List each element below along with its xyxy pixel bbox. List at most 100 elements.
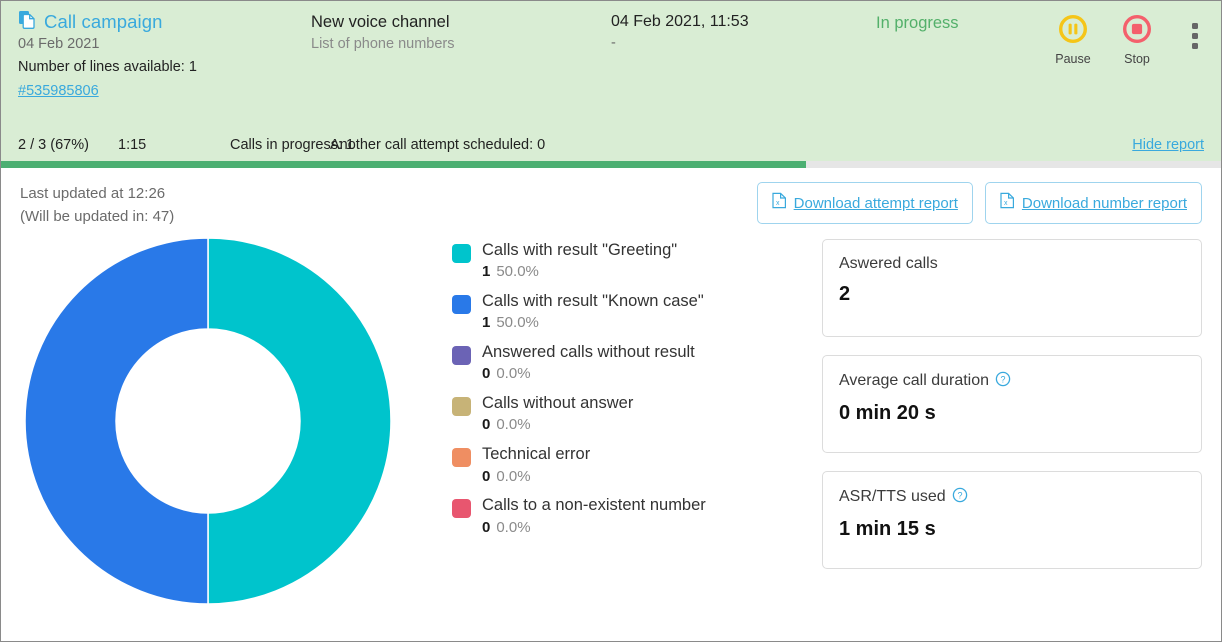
legend-count: 1 bbox=[482, 263, 490, 280]
call-results-donut-chart bbox=[20, 235, 452, 612]
legend-stats: 0 0.0% bbox=[482, 416, 633, 434]
legend-color-swatch bbox=[452, 346, 471, 365]
stat-card-title-row: Aswered calls bbox=[839, 255, 1185, 273]
chart-legend: Calls with result "Greeting"150.0%Calls … bbox=[452, 235, 812, 548]
legend-color-swatch bbox=[452, 397, 471, 416]
status-badge: In progress bbox=[876, 10, 1046, 33]
will-be-updated-in: (Will be updated in: 47) bbox=[20, 205, 174, 228]
donut-slice[interactable] bbox=[208, 238, 391, 604]
legend-label: Calls without answer bbox=[482, 394, 633, 413]
stat-card: Aswered calls 2 bbox=[822, 239, 1202, 337]
excel-file-icon: x bbox=[1000, 192, 1015, 214]
legend-count: 0 bbox=[482, 365, 490, 382]
status-column: In progress bbox=[876, 10, 1046, 33]
legend-item[interactable]: Calls without answer 0 0.0% bbox=[452, 394, 812, 434]
legend-item[interactable]: Calls with result "Known case" 1 50.0% bbox=[452, 292, 812, 332]
campaign-title-row[interactable]: Call campaign bbox=[18, 10, 311, 34]
another-attempt-scheduled: Another call attempt scheduled: 0 bbox=[330, 137, 1132, 153]
campaign-title[interactable]: Call campaign bbox=[44, 11, 163, 33]
campaign-progress-fill bbox=[1, 161, 806, 168]
svg-text:x: x bbox=[776, 200, 780, 207]
legend-count: 0 bbox=[482, 519, 490, 536]
legend-text-block: Answered calls without result 0 0.0% bbox=[482, 343, 695, 383]
stat-card: ASR/TTS used?1 min 15 s bbox=[822, 471, 1202, 569]
download-attempt-report-button[interactable]: x Download attempt report bbox=[757, 182, 973, 224]
channel-column: New voice channel List of phone numbers bbox=[311, 10, 611, 52]
download-buttons: x Download attempt report x Download num… bbox=[757, 182, 1202, 224]
end-time: - bbox=[611, 35, 876, 51]
legend-count: 0 bbox=[482, 416, 490, 433]
donut-slice[interactable] bbox=[25, 238, 208, 604]
stat-card-value: 0 min 20 s bbox=[839, 402, 1185, 425]
pause-button[interactable]: Pause bbox=[1050, 14, 1096, 66]
channel-subtitle: List of phone numbers bbox=[311, 36, 611, 52]
download-number-report-label: Download number report bbox=[1022, 195, 1187, 212]
campaign-date: 04 Feb 2021 bbox=[18, 36, 311, 52]
last-updated-time: Last updated at 12:26 bbox=[20, 182, 174, 205]
legend-item[interactable]: Answered calls without result 0 0.0% bbox=[452, 343, 812, 383]
legend-stats: 1 50.0% bbox=[482, 263, 677, 281]
legend-item[interactable]: Technical error 0 0.0% bbox=[452, 445, 812, 485]
legend-color-swatch bbox=[452, 244, 471, 263]
legend-stats: 0 0.0% bbox=[482, 365, 695, 383]
start-time: 04 Feb 2021, 11:53 bbox=[611, 10, 876, 31]
kebab-menu-icon[interactable] bbox=[1192, 23, 1198, 49]
stop-button-label: Stop bbox=[1124, 52, 1150, 66]
legend-count: 1 bbox=[482, 314, 490, 331]
legend-text-block: Technical error 0 0.0% bbox=[482, 445, 590, 485]
stat-card-value: 2 bbox=[839, 283, 1185, 306]
legend-percent: 50.0% bbox=[496, 314, 539, 331]
legend-stats: 1 50.0% bbox=[482, 314, 704, 332]
question-circle-icon[interactable]: ? bbox=[952, 487, 968, 508]
legend-item[interactable]: Calls with result "Greeting"150.0% bbox=[452, 241, 812, 281]
legend-stats: 0 0.0% bbox=[482, 519, 706, 537]
legend-percent: 0.0% bbox=[496, 468, 530, 485]
pause-button-label: Pause bbox=[1055, 52, 1090, 66]
legend-item[interactable]: Calls to a non-existent number 0 0.0% bbox=[452, 496, 812, 536]
kebab-dot bbox=[1192, 33, 1198, 39]
legend-percent: 0.0% bbox=[496, 365, 530, 382]
question-circle-icon[interactable]: ? bbox=[995, 371, 1011, 392]
call-campaign-report-page: Call campaign 04 Feb 2021 Number of line… bbox=[0, 0, 1222, 642]
legend-percent: 0.0% bbox=[496, 416, 530, 433]
legend-percent: 0.0% bbox=[496, 519, 530, 536]
legend-count: 0 bbox=[482, 468, 490, 485]
kebab-dot bbox=[1192, 23, 1198, 29]
svg-text:x: x bbox=[1004, 200, 1008, 207]
elapsed-time: 1:15 bbox=[118, 137, 230, 153]
last-updated-block: Last updated at 12:26 (Will be updated i… bbox=[20, 182, 174, 229]
legend-text-block: Calls to a non-existent number 0 0.0% bbox=[482, 496, 706, 536]
duplicate-documents-icon bbox=[18, 10, 37, 34]
stop-circle-icon bbox=[1122, 14, 1152, 49]
legend-color-swatch bbox=[452, 448, 471, 467]
stop-button[interactable]: Stop bbox=[1114, 14, 1160, 66]
legend-percent: 50.0% bbox=[496, 263, 539, 280]
donut-svg bbox=[23, 235, 393, 607]
controls-column: Pause Stop bbox=[1046, 10, 1221, 66]
schedule-column: 04 Feb 2021, 11:53 - bbox=[611, 10, 876, 51]
svg-text:?: ? bbox=[957, 490, 962, 500]
stat-card-title: Average call duration bbox=[839, 372, 989, 390]
download-number-report-button[interactable]: x Download number report bbox=[985, 182, 1202, 224]
campaign-identity-column: Call campaign 04 Feb 2021 Number of line… bbox=[1, 10, 311, 99]
campaign-header: Call campaign 04 Feb 2021 Number of line… bbox=[1, 1, 1221, 128]
stat-card-value: 1 min 15 s bbox=[839, 518, 1185, 541]
progress-count: 2 / 3 (67%) bbox=[18, 137, 118, 153]
stat-card-title: Aswered calls bbox=[839, 255, 938, 273]
campaign-id-link[interactable]: #535985806 bbox=[18, 83, 311, 99]
legend-label: Calls to a non-existent number bbox=[482, 496, 706, 515]
legend-label: Calls with result "Known case" bbox=[482, 292, 704, 311]
legend-label: Technical error bbox=[482, 445, 590, 464]
excel-file-icon: x bbox=[772, 192, 787, 214]
legend-label: Answered calls without result bbox=[482, 343, 695, 362]
legend-text-block: Calls without answer 0 0.0% bbox=[482, 394, 633, 434]
download-attempt-report-label: Download attempt report bbox=[794, 195, 958, 212]
kebab-dot bbox=[1192, 43, 1198, 49]
legend-text-block: Calls with result "Known case" 1 50.0% bbox=[482, 292, 704, 332]
hide-report-link[interactable]: Hide report bbox=[1132, 137, 1204, 153]
pause-circle-icon bbox=[1058, 14, 1088, 49]
channel-name: New voice channel bbox=[311, 10, 611, 32]
stat-card-title-row: Average call duration? bbox=[839, 371, 1185, 392]
stat-card: Average call duration? 0 min 20 s bbox=[822, 355, 1202, 453]
legend-text-block: Calls with result "Greeting"150.0% bbox=[482, 241, 677, 281]
